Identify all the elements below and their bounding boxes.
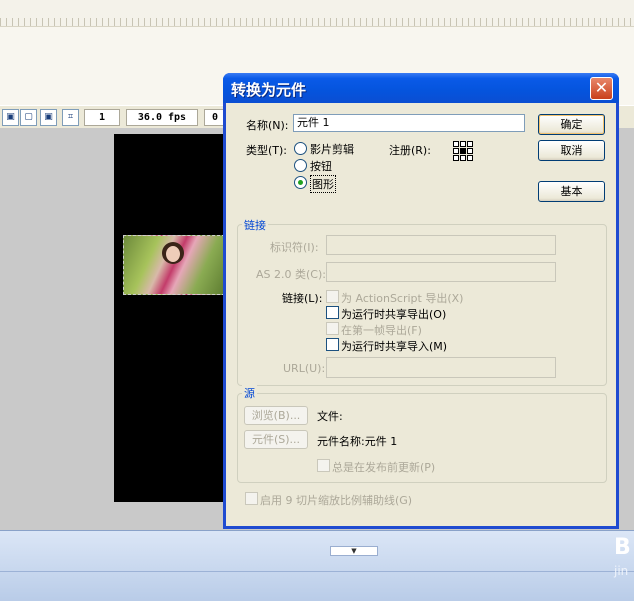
export-first-frame-checkbox (326, 322, 339, 335)
url-input (326, 357, 556, 378)
name-label: 名称(N): (246, 119, 289, 132)
nine-slice-checkbox (245, 492, 258, 505)
cancel-button[interactable]: 取消 (538, 140, 605, 161)
close-icon[interactable]: ✕ (590, 77, 613, 100)
identifier-label: 标识符(I): (270, 241, 319, 254)
identifier-input (326, 235, 556, 255)
collapse-arrow-icon[interactable]: ▼ (330, 546, 378, 556)
onion-outline-icon[interactable]: ▢ (20, 109, 37, 126)
reg-point[interactable] (467, 148, 473, 154)
source-group-title: 源 (242, 385, 257, 401)
registration-grid[interactable] (453, 141, 473, 161)
ruler-ticks (0, 18, 634, 26)
dialog-titlebar[interactable]: 转换为元件 ✕ (223, 73, 619, 103)
edit-multiple-frames-icon[interactable]: ▣ (40, 109, 57, 126)
export-actionscript-label: 为 ActionScript 导出(X) (341, 292, 464, 305)
always-update-checkbox (317, 459, 330, 472)
reg-point-selected[interactable] (460, 148, 466, 154)
dock-divider (0, 571, 634, 572)
radio-movie-clip[interactable] (294, 142, 307, 155)
symbol-name-value: 元件名称:元件 1 (317, 435, 398, 448)
ok-button[interactable]: 确定 (538, 114, 605, 135)
always-update-label: 总是在发布前更新(P) (332, 461, 436, 474)
stage[interactable] (114, 134, 234, 502)
linkage-group-title: 链接 (242, 217, 268, 233)
symbol-button: 元件(S)... (244, 430, 308, 449)
top-ruler (0, 0, 634, 27)
reg-point[interactable] (460, 141, 466, 147)
reg-point[interactable] (460, 155, 466, 161)
dialog-body: 名称(N): 元件 1 确定 取消 基本 类型(T): 影片剪辑 按钮 图形 注… (226, 103, 616, 526)
watermark-sub: jin (614, 564, 629, 578)
as-class-input (326, 262, 556, 282)
export-runtime-share-label[interactable]: 为运行时共享导出(O) (341, 306, 446, 322)
modify-markers-icon[interactable]: ⌗ (62, 109, 79, 126)
dialog-title: 转换为元件 (231, 81, 307, 99)
reg-point[interactable] (467, 155, 473, 161)
radio-graphic-label[interactable]: 图形 (310, 175, 336, 193)
radio-movie-clip-label[interactable]: 影片剪辑 (310, 141, 354, 157)
export-first-frame-label: 在第一帧导出(F) (341, 324, 422, 337)
radio-graphic[interactable] (294, 176, 307, 189)
onion-skin-icon[interactable]: ▣ (2, 109, 19, 126)
photo-face (166, 246, 180, 262)
symbol-name-input[interactable]: 元件 1 (293, 114, 525, 132)
import-runtime-share-checkbox[interactable] (326, 338, 339, 351)
reg-point[interactable] (467, 141, 473, 147)
url-label: URL(U): (283, 362, 326, 375)
nine-slice-label: 启用 9 切片缩放比例辅助线(G) (260, 494, 413, 507)
watermark: B (614, 535, 631, 560)
export-runtime-share-checkbox[interactable] (326, 306, 339, 319)
linkage-label: 链接(L): (282, 292, 323, 305)
current-frame: 1 (84, 109, 120, 126)
export-actionscript-checkbox (326, 290, 339, 303)
radio-button-label[interactable]: 按钮 (310, 158, 332, 174)
reg-point[interactable] (453, 155, 459, 161)
panel-dock: ▼ (0, 530, 634, 601)
convert-to-symbol-dialog: 转换为元件 ✕ 名称(N): 元件 1 确定 取消 基本 类型(T): 影片剪辑… (223, 73, 619, 529)
selected-photo[interactable] (123, 235, 225, 295)
reg-point[interactable] (453, 141, 459, 147)
frame-rate[interactable]: 36.0 fps (126, 109, 198, 126)
reg-point[interactable] (453, 148, 459, 154)
radio-button[interactable] (294, 159, 307, 172)
file-label: 文件: (317, 410, 343, 423)
import-runtime-share-label[interactable]: 为运行时共享导入(M) (341, 338, 447, 354)
basic-button[interactable]: 基本 (538, 181, 605, 202)
as-class-label: AS 2.0 类(C): (256, 268, 326, 281)
type-label: 类型(T): (246, 144, 288, 157)
registration-label: 注册(R): (389, 144, 431, 157)
browse-button: 浏览(B)... (244, 406, 308, 425)
